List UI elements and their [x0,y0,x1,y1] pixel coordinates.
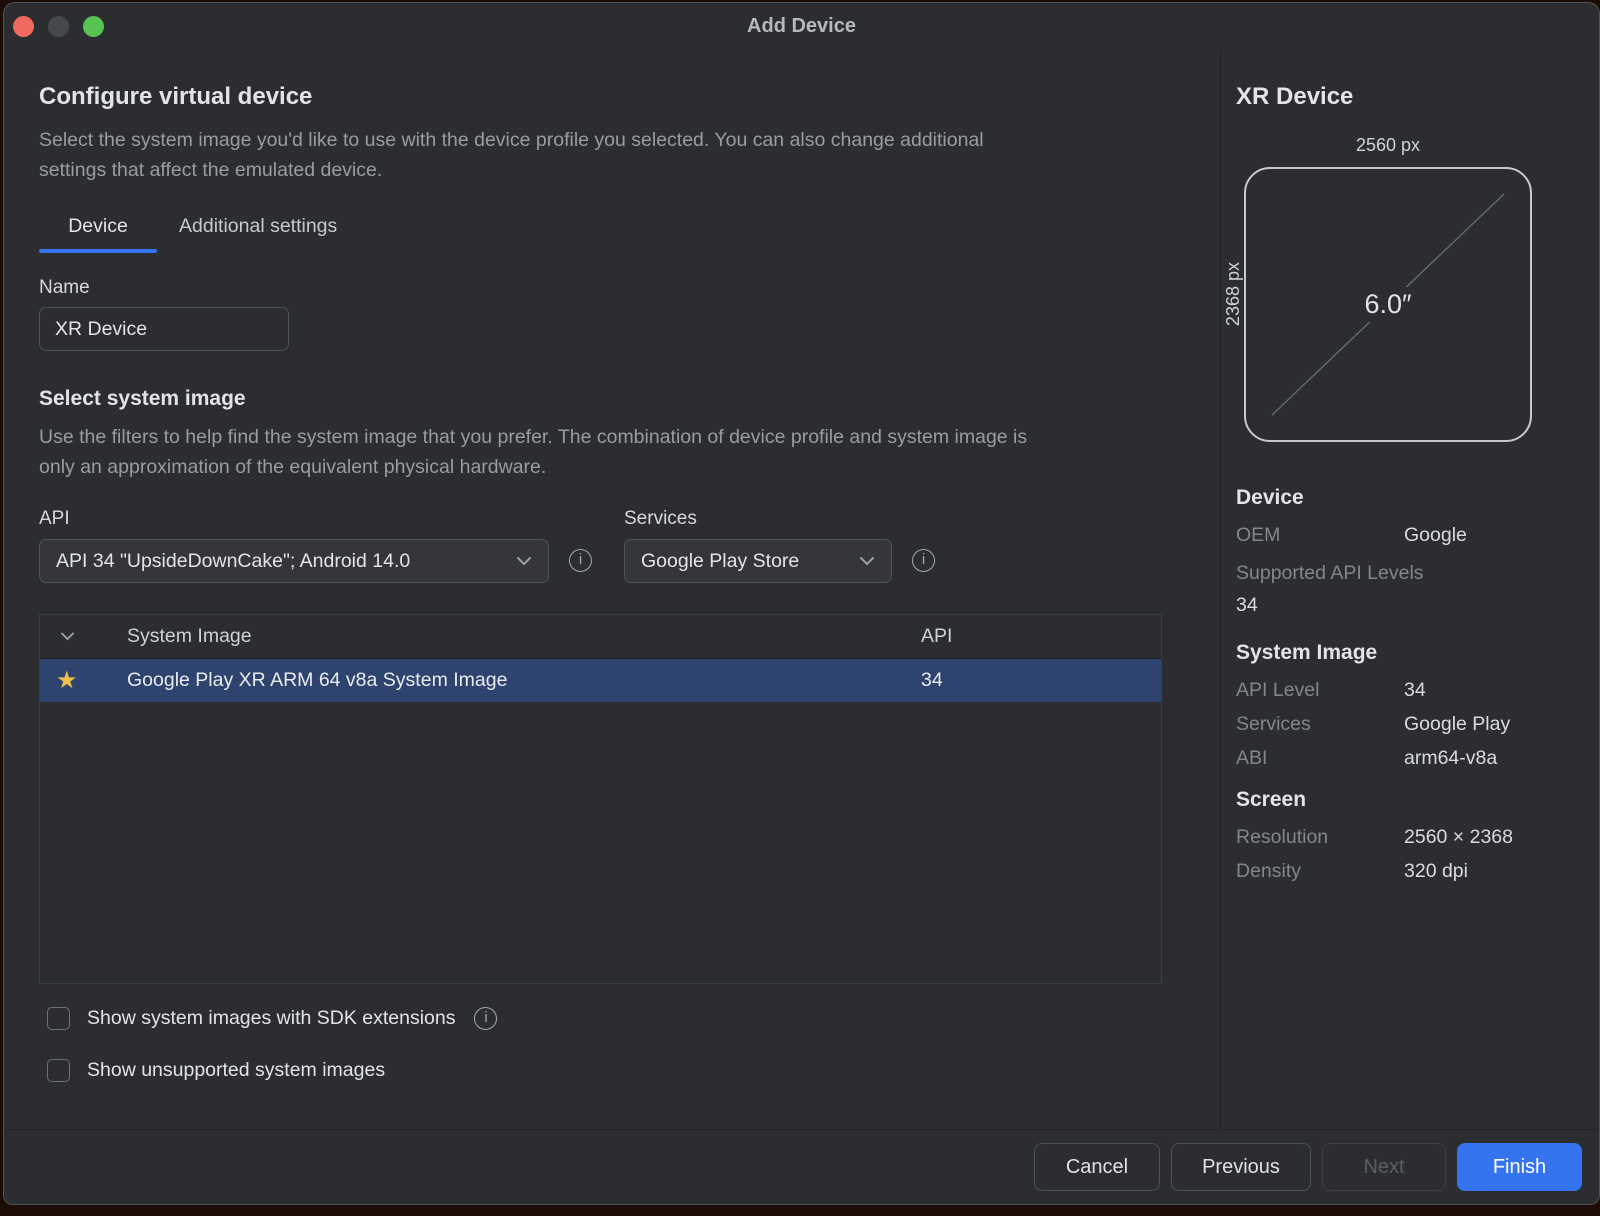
configure-pane: Configure virtual device Select the syst… [4,49,1220,1129]
name-label: Name [39,277,1220,299]
close-window-button[interactable] [13,16,34,37]
column-header-system-image: System Image [127,625,921,648]
services-filter-value: Google Play Store [641,550,799,573]
services-filter-label: Services [624,508,892,530]
api-filter-dropdown[interactable]: API 34 "UpsideDownCake"; Android 14.0 [39,539,549,583]
sdk-extensions-info-icon[interactable]: i [474,1007,497,1030]
select-system-image-title: Select system image [39,387,1220,411]
unsupported-images-label: Show unsupported system images [87,1059,385,1082]
screen-diagram: 2560 px 2368 px 6.0″ [1236,135,1544,442]
api-filter-label: API [39,508,549,530]
supported-api-levels-value: 34 [1236,594,1571,621]
sdk-extensions-checkbox[interactable] [47,1007,70,1030]
table-header-row: System Image API [40,615,1161,659]
tab-additional-settings-label: Additional settings [179,215,337,237]
resolution-label: Resolution [1236,826,1404,849]
system-image-api: 34 [921,669,1161,692]
services-info-icon[interactable]: i [912,549,935,572]
chevron-down-icon [516,556,532,566]
abi-value: arm64-v8a [1404,747,1571,770]
minimize-window-button[interactable] [48,16,69,37]
favorite-star-icon[interactable]: ★ [40,669,127,693]
screen-height-label: 2368 px [1223,262,1244,326]
api-level-value: 34 [1404,679,1571,702]
zoom-window-button[interactable] [83,16,104,37]
services-filter-dropdown[interactable]: Google Play Store [624,539,892,583]
tab-device-label: Device [68,215,128,237]
previous-button[interactable]: Previous [1171,1143,1311,1191]
table-row[interactable]: ★ Google Play XR ARM 64 v8a System Image… [40,659,1161,702]
services-value: Google Play [1404,713,1571,736]
chevron-down-icon [859,556,875,566]
tab-additional-settings[interactable]: Additional settings [179,215,337,253]
title-bar: Add Device [4,3,1599,49]
select-system-image-description: Use the filters to help find the system … [39,422,1049,482]
screen-section-title: Screen [1236,788,1571,812]
system-image-section-title: System Image [1236,641,1571,665]
supported-api-levels-label: Supported API Levels [1236,562,1571,589]
page-title: Configure virtual device [39,83,1220,111]
api-filter-value: API 34 "UpsideDownCake"; Android 14.0 [56,550,410,573]
device-name-input[interactable] [39,307,289,351]
next-button: Next [1322,1143,1446,1191]
screen-width-label: 2560 px [1244,135,1532,157]
abi-label: ABI [1236,747,1404,770]
services-label: Services [1236,713,1404,736]
cancel-button[interactable]: Cancel [1034,1143,1160,1191]
system-image-name: Google Play XR ARM 64 v8a System Image [127,669,921,692]
api-level-label: API Level [1236,679,1404,702]
column-header-api: API [921,625,1161,648]
dialog-footer: Cancel Previous Next Finish [4,1129,1599,1204]
system-image-table: System Image API ★ Google Play XR ARM 64… [39,614,1162,984]
tab-bar: Device Additional settings [39,215,1220,253]
device-details-panel: XR Device 2560 px 2368 px 6.0″ Device OE… [1221,49,1599,1129]
active-tab-indicator [39,249,157,253]
finish-button[interactable]: Finish [1457,1143,1582,1191]
screen-diagonal-label: 6.0″ [1352,287,1423,322]
window-title: Add Device [4,3,1599,49]
add-device-dialog: Add Device Configure virtual device Sele… [3,2,1600,1205]
density-label: Density [1236,860,1404,883]
api-info-icon[interactable]: i [569,549,592,572]
device-details-title: XR Device [1236,83,1571,111]
screen-outline: 6.0″ [1244,167,1532,442]
unsupported-images-checkbox[interactable] [47,1059,70,1082]
oem-value: Google [1404,524,1571,547]
density-value: 320 dpi [1404,860,1571,883]
tab-device[interactable]: Device [39,215,157,253]
sdk-extensions-label: Show system images with SDK extensions [87,1007,455,1030]
image-filters: API API 34 "UpsideDownCake"; Android 14.… [39,508,1220,583]
table-options: Show system images with SDK extensions i… [39,1004,1220,1084]
oem-label: OEM [1236,524,1404,547]
resolution-value: 2560 × 2368 [1404,826,1571,849]
page-description: Select the system image you'd like to us… [39,125,1049,185]
device-section-title: Device [1236,486,1571,510]
collapse-chevron-icon[interactable] [40,632,127,641]
